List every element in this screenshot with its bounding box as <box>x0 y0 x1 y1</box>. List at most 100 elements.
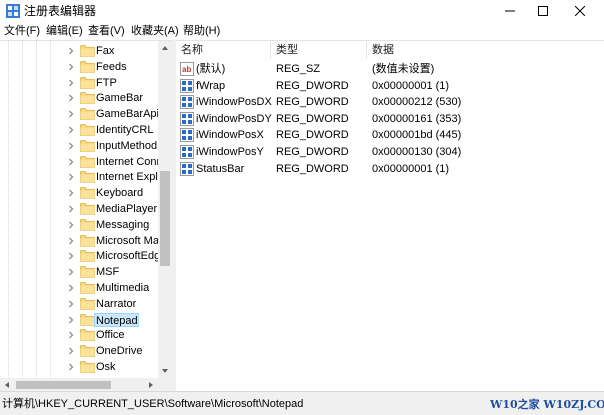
tree-item[interactable]: Keyboard <box>0 185 158 201</box>
chevron-right-icon[interactable] <box>66 267 76 277</box>
menu-edit[interactable]: 编辑(E) <box>46 24 83 38</box>
column-header-type[interactable]: 类型 <box>276 44 298 57</box>
tree-item-label: MSF <box>96 266 120 279</box>
tree-horizontal-scrollbar[interactable] <box>0 378 172 391</box>
table-row[interactable]: ab (默认) REG_SZ (数值未设置) <box>176 61 604 77</box>
close-button[interactable] <box>560 0 600 22</box>
chevron-right-icon[interactable] <box>66 236 76 246</box>
menu-view[interactable]: 查看(V) <box>88 24 125 38</box>
chevron-right-icon[interactable] <box>66 157 76 167</box>
tree-item[interactable]: Office <box>0 327 158 343</box>
value-type: REG_SZ <box>276 63 321 75</box>
folder-icon <box>80 187 95 200</box>
chevron-right-icon[interactable] <box>66 330 76 340</box>
folder-icon <box>80 155 95 168</box>
tree-item[interactable]: MicrosoftEdg <box>0 248 158 264</box>
chevron-right-icon[interactable] <box>66 299 76 309</box>
chevron-right-icon[interactable] <box>66 283 76 293</box>
tree-item[interactable]: MSF <box>0 264 158 280</box>
column-header-name[interactable]: 名称 <box>181 44 203 57</box>
column-divider[interactable] <box>366 41 367 59</box>
tree-item[interactable]: OneDrive <box>0 343 158 359</box>
table-row[interactable]: iWindowPosX REG_DWORD 0x000001bd (445) <box>176 127 604 143</box>
chevron-right-icon[interactable] <box>66 78 76 88</box>
chevron-right-icon[interactable] <box>66 62 76 72</box>
key-tree-pane[interactable]: Fax Feeds FTP GameBar GameBarApi IdentityCRL I… <box>0 40 172 391</box>
chevron-right-icon[interactable] <box>66 141 76 151</box>
value-type: REG_DWORD <box>276 129 349 142</box>
chevron-right-icon[interactable] <box>66 172 76 182</box>
values-list-pane[interactable]: 名称 类型 数据 ab (默认) REG_SZ (数值未设置) fWrap REG_DWO… <box>176 40 604 391</box>
chevron-right-icon[interactable] <box>66 220 76 230</box>
binary-value-icon <box>180 78 194 93</box>
scroll-up-arrow-icon[interactable] <box>158 41 172 55</box>
folder-icon <box>80 329 95 342</box>
tree-item[interactable]: IdentityCRL <box>0 122 158 138</box>
tree-item[interactable]: Multimedia <box>0 280 158 296</box>
scroll-down-arrow-icon[interactable] <box>158 364 172 378</box>
table-row[interactable]: fWrap REG_DWORD 0x00000001 (1) <box>176 78 604 94</box>
value-type: REG_DWORD <box>276 96 349 109</box>
string-value-icon: ab <box>180 62 194 76</box>
tree-item-label: Office <box>96 329 125 342</box>
scroll-right-arrow-icon[interactable] <box>144 378 158 391</box>
table-row[interactable]: iWindowPosDX REG_DWORD 0x00000212 (530) <box>176 94 604 110</box>
list-header: 名称 类型 数据 <box>176 41 604 59</box>
tree-item[interactable]: Narrator <box>0 296 158 312</box>
tree-vertical-scrollbar[interactable] <box>158 41 172 378</box>
tree-item[interactable]: Internet Explo <box>0 169 158 185</box>
tree-item[interactable]: Microsoft Ma <box>0 233 158 249</box>
chevron-right-icon[interactable] <box>66 251 76 261</box>
value-name: fWrap <box>196 79 226 92</box>
tree-item[interactable]: GameBar <box>0 90 158 106</box>
tree-item[interactable]: Feeds <box>0 59 158 75</box>
tree-item[interactable]: Fax <box>0 43 158 59</box>
maximize-button[interactable] <box>523 0 563 22</box>
tree-item[interactable]: Messaging <box>0 217 158 233</box>
table-row[interactable]: StatusBar REG_DWORD 0x00000001 (1) <box>176 161 604 177</box>
tree-item[interactable]: FTP <box>0 75 158 91</box>
column-header-data[interactable]: 数据 <box>372 44 394 57</box>
value-data: 0x00000212 (530) <box>372 96 462 109</box>
folder-icon <box>80 297 95 310</box>
folder-icon <box>80 60 95 73</box>
tree-item-label: FTP <box>96 76 117 89</box>
value-name: iWindowPosDY <box>196 112 272 125</box>
chevron-right-icon[interactable] <box>66 46 76 56</box>
tree-horizontal-scroll-thumb[interactable] <box>16 381 111 389</box>
menu-favorites[interactable]: 收藏夹(A) <box>131 24 179 38</box>
tree-item[interactable]: Notepad <box>0 312 158 328</box>
maximize-icon <box>538 6 548 16</box>
value-data: 0x00000001 (1) <box>372 79 450 92</box>
chevron-right-icon[interactable] <box>66 93 76 103</box>
folder-icon <box>80 139 95 152</box>
folder-icon <box>80 282 95 294</box>
tree-item[interactable]: Osk <box>0 359 158 375</box>
value-data: 0x00000161 (353) <box>372 112 462 125</box>
column-divider[interactable] <box>270 41 271 59</box>
chevron-right-icon[interactable] <box>66 125 76 135</box>
binary-value-icon <box>180 161 194 176</box>
chevron-right-icon[interactable] <box>66 109 76 119</box>
tree-vertical-scroll-thumb[interactable] <box>160 171 170 266</box>
tree-item[interactable]: MediaPlayer <box>0 201 158 217</box>
tree-item[interactable]: InputMethod <box>0 138 158 154</box>
tree-item[interactable]: Internet Conn <box>0 154 158 170</box>
scroll-left-arrow-icon[interactable] <box>0 378 14 391</box>
tree-item-label: Feeds <box>96 60 127 73</box>
tree-item-label: Fax <box>96 45 115 57</box>
chevron-right-icon[interactable] <box>66 362 76 372</box>
minimize-icon <box>505 10 515 12</box>
tree-item-label: Narrator <box>96 297 137 310</box>
menu-help[interactable]: 帮助(H) <box>183 24 220 38</box>
chevron-right-icon[interactable] <box>66 315 76 325</box>
table-row[interactable]: iWindowPosY REG_DWORD 0x00000130 (304) <box>176 144 604 160</box>
chevron-right-icon[interactable] <box>66 188 76 198</box>
tree-item[interactable]: GameBarApi <box>0 106 158 122</box>
tree-item-label: Multimedia <box>96 282 150 294</box>
menu-file[interactable]: 文件(F) <box>4 24 40 38</box>
chevron-right-icon[interactable] <box>66 346 76 356</box>
watermark-logo: W10之家 W10ZJ.COM <box>490 397 604 413</box>
chevron-right-icon[interactable] <box>66 204 76 214</box>
table-row[interactable]: iWindowPosDY REG_DWORD 0x00000161 (353) <box>176 111 604 127</box>
